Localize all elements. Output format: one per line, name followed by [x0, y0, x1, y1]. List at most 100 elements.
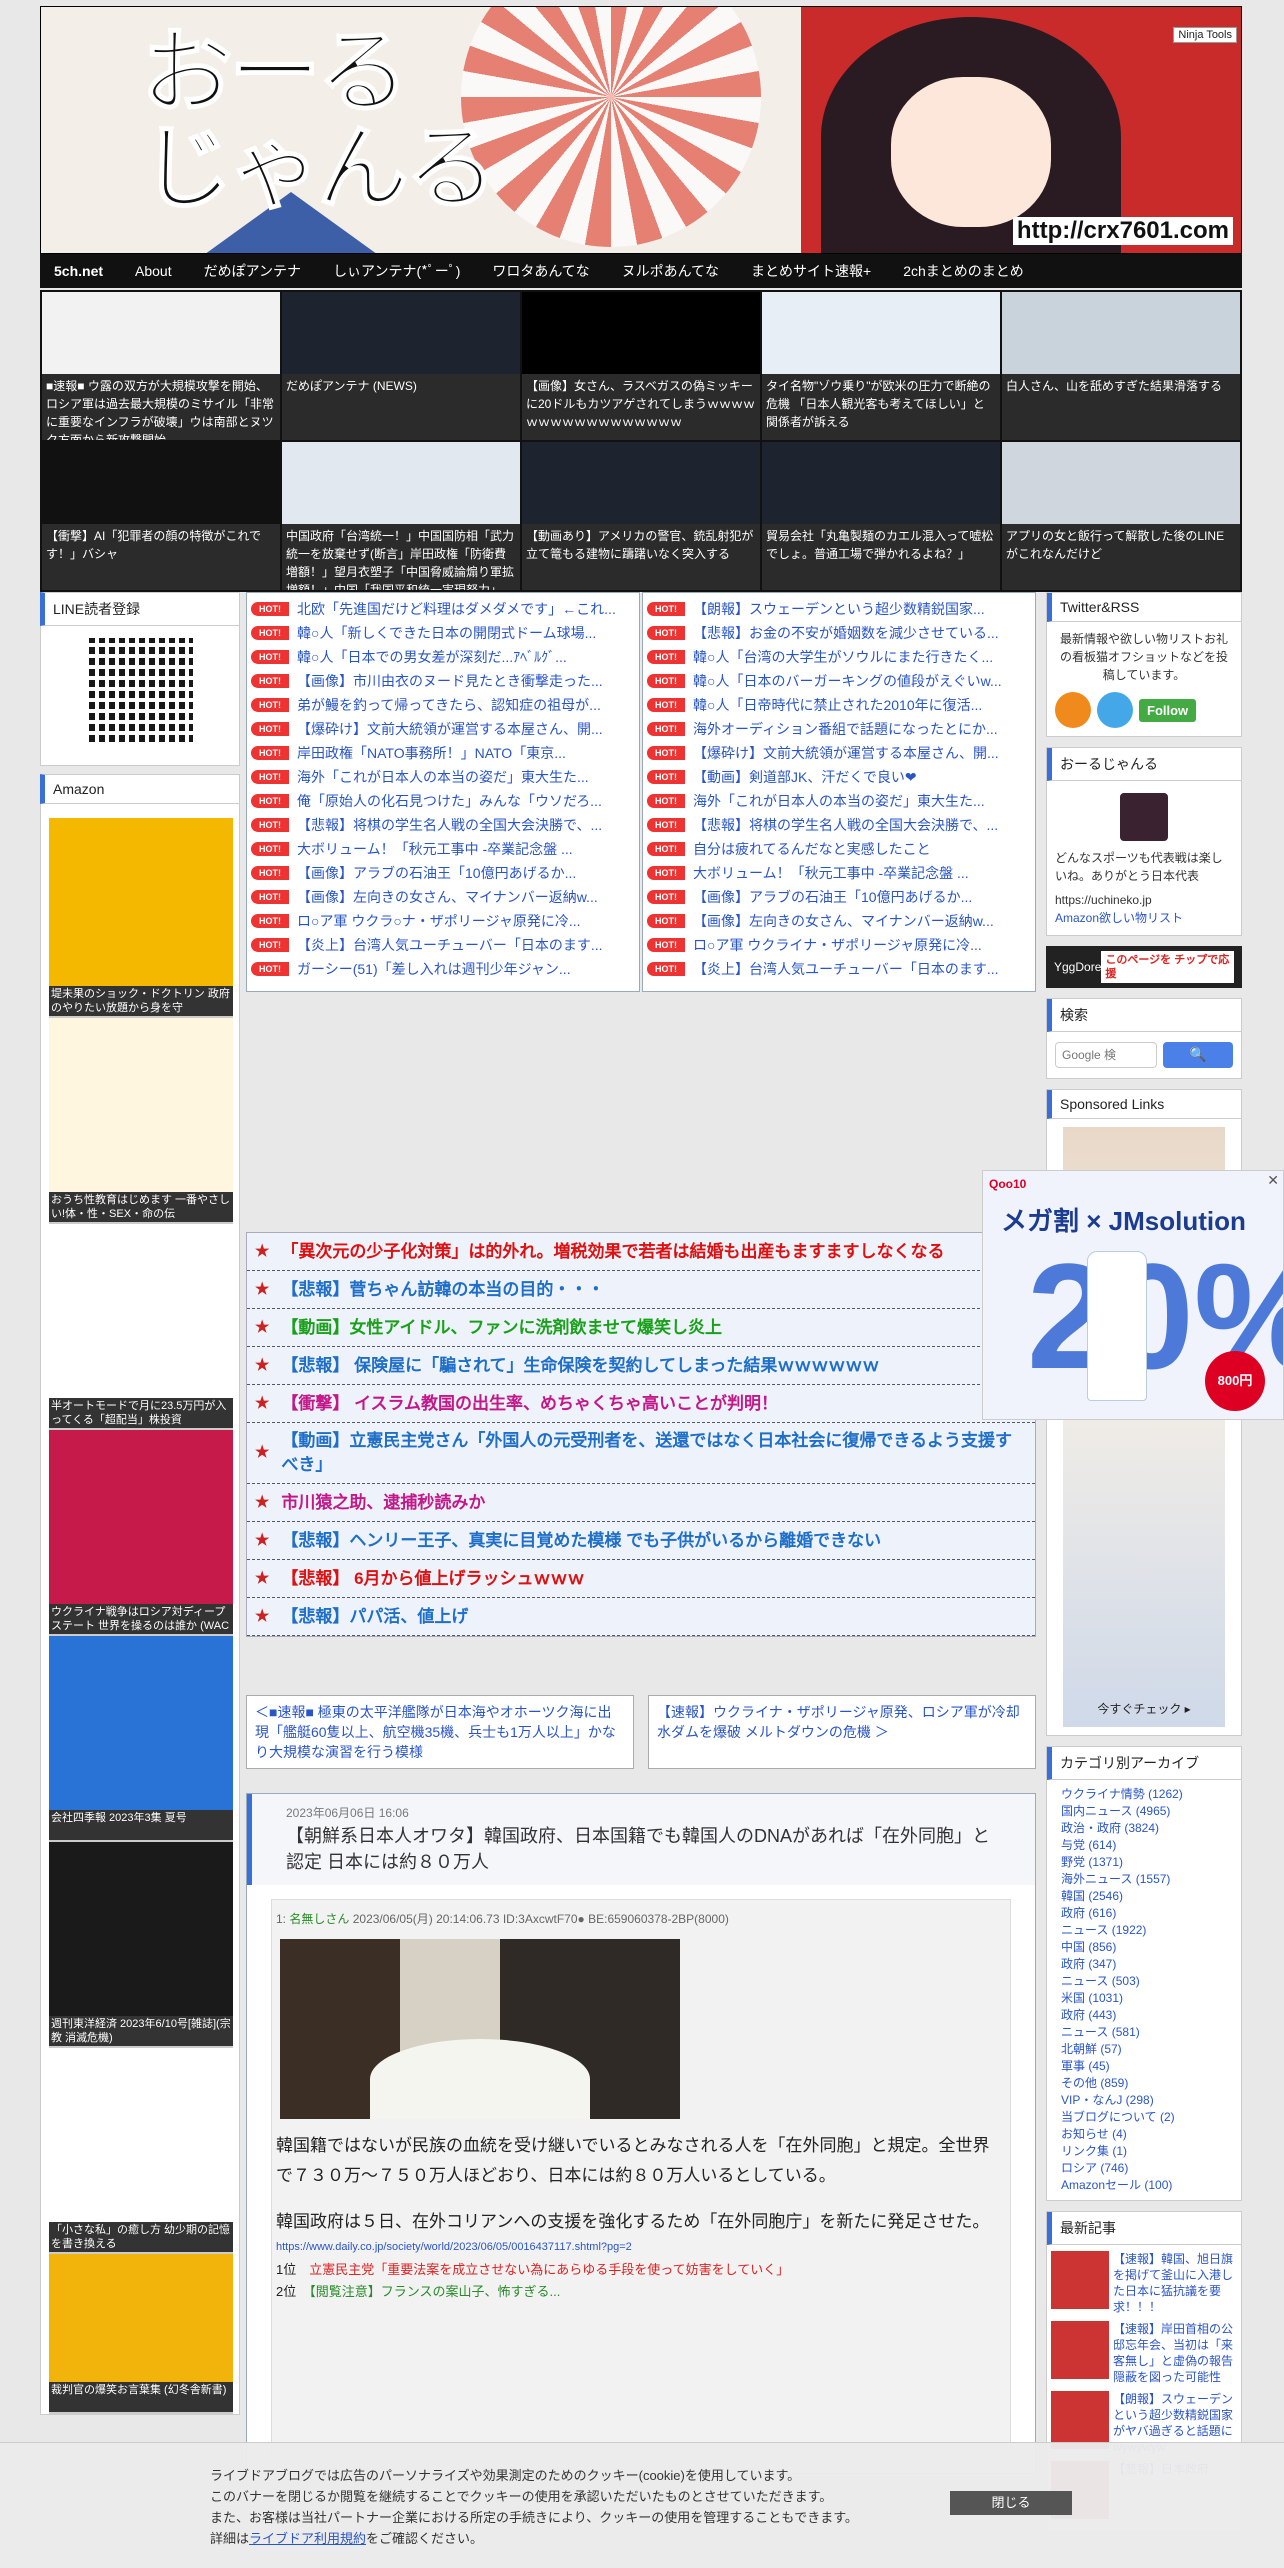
related-rank-1[interactable]: 1位 立憲民主党「重要法案を成立させない為にあらゆる手段を使って妨害をしていく」 — [276, 2259, 1006, 2281]
antenna-item[interactable]: HOT! 海外オーディション番組で話題になったとにか... — [647, 717, 1031, 741]
category-item[interactable]: 海外ニュース (1557) — [1061, 1871, 1233, 1888]
popup-ad[interactable]: Qoo10 メガ割 × JMsolution 20% 800円 ✕ — [982, 1170, 1284, 1420]
antenna-item[interactable]: HOT! 【画像】市川由衣のヌード見たとき衝撃走った... — [251, 669, 635, 693]
nav-link[interactable]: まとめサイト速報+ — [751, 261, 871, 281]
yggdore-banner[interactable]: YggDore このページを チップで応援 — [1046, 946, 1242, 988]
site-header[interactable]: おーる じゃんる Ninja Tools http://crx7601.com — [40, 6, 1242, 254]
ranking-item[interactable]: ★ 【動画】立憲民主党さん「外国人の元受刑者を、送還ではなく日本社会に復帰できるよ… — [247, 1423, 1035, 1484]
ranking-item[interactable]: ★ 【悲報】ヘンリー王子、真実に目覚めた模様 でも子供がいるから離婚できない — [247, 1522, 1035, 1560]
prev-article-link[interactable]: ＜■速報■ 極東の太平洋艦隊が日本海やオホーツク海に出現「艦艇60隻以上、航空機… — [246, 1695, 634, 1769]
antenna-item[interactable]: HOT! 大ボリューム！「秋元工事中 -卒業記念盤 ... — [251, 837, 635, 861]
grid-item[interactable]: ■速報■ ウ露の双方が大規模攻撃を開始、ロシア軍は過去最大規模のミサイル「非常に… — [42, 292, 280, 440]
amazon-book[interactable]: 裁判官の爆笑お言葉集 (幻冬舎新書) — [49, 2254, 233, 2414]
rss-icon[interactable] — [1055, 692, 1091, 728]
grid-item[interactable]: 貿易会社「丸亀製麺のカエル混入って嘘松でしょ。普通工場で弾かれるよね？」 — [762, 442, 1000, 590]
grid-item[interactable]: 白人さん、山を舐めすぎた結果滑落する — [1002, 292, 1240, 440]
antenna-item[interactable]: HOT! 【朗報】スウェーデンという超少数精鋭国家... — [647, 597, 1031, 621]
category-item[interactable]: Amazonセール (100) — [1061, 2177, 1233, 2194]
antenna-item[interactable]: HOT! ロ○ア軍 ウクラ○ナ・ザポリージャ原発に冷... — [251, 909, 635, 933]
category-item[interactable]: 中国 (856) — [1061, 1939, 1233, 1956]
close-icon[interactable]: ✕ — [1267, 1173, 1279, 1189]
category-item[interactable]: その他 (859) — [1061, 2075, 1233, 2092]
category-item[interactable]: ロシア (746) — [1061, 2160, 1233, 2177]
latest-item[interactable]: 【速報】岸田首相の公邸忘年会、当初は「来客無し」と虚偽の報告 隠蔽を図った可能性 — [1051, 2321, 1237, 2385]
nav-link[interactable]: 2chまとめのまとめ — [903, 261, 1024, 281]
nav-link[interactable]: しぃアンテナ(*ﾟーﾟ) — [333, 261, 460, 281]
antenna-item[interactable]: HOT! 【画像】アラブの石油王「10億円あげるか... — [647, 885, 1031, 909]
antenna-item[interactable]: HOT! 韓○人「日本のバーガーキングの値段がえぐいw... — [647, 669, 1031, 693]
amazon-book[interactable]: 半オートモードで月に23.5万円が入ってくる「超配当」株投資 — [49, 1224, 233, 1430]
antenna-item[interactable]: HOT! 大ボリューム！「秋元工事中 -卒業記念盤 ... — [647, 861, 1031, 885]
nav-link[interactable]: だめぽアンテナ — [204, 261, 301, 281]
category-item[interactable]: ニュース (503) — [1061, 1973, 1233, 1990]
category-item[interactable]: 韓国 (2546) — [1061, 1888, 1233, 1905]
ranking-item[interactable]: ★ 「異次元の少子化対策」は的外れ。増税効果で若者は結婚も出産もますますしなくなる — [247, 1233, 1035, 1271]
category-item[interactable]: 軍事 (45) — [1061, 2058, 1233, 2075]
antenna-item[interactable]: HOT! 韓○人「新しくできた日本の開閉式ドーム球場... — [251, 621, 635, 645]
amazon-book[interactable]: 堤未果のショック・ドクトリン 政府のやりたい放題から身を守 — [49, 818, 233, 1018]
twitter-icon[interactable] — [1097, 692, 1133, 728]
ranking-item[interactable]: ★ 【動画】女性アイドル、ファンに洗剤飲ませて爆笑し炎上 — [247, 1309, 1035, 1347]
antenna-item[interactable]: HOT! 俺「原始人の化石見つけた」みんな「ウソだろ... — [251, 789, 635, 813]
amazon-book[interactable]: おうち性教育はじめます 一番やさしい!体・性・SEX・命の伝 — [49, 1018, 233, 1224]
antenna-item[interactable]: HOT! 【画像】左向きの女さん、マイナンバー返納w... — [647, 909, 1031, 933]
search-button[interactable]: 🔍 — [1163, 1042, 1233, 1068]
grid-item[interactable]: 【衝撃】AI「犯罪者の顔の特徴がこれです！」バシャ — [42, 442, 280, 590]
grid-item[interactable]: 中国政府「台湾統一！」中国国防相「武力統一を放棄せず(断言」岸田政権「防衛費増額… — [282, 442, 520, 590]
amazon-book[interactable]: ウクライナ戦争はロシア対ディープステート 世界を操るのは誰か (WAC BUNK… — [49, 1430, 233, 1636]
antenna-item[interactable]: HOT! 韓○人「台湾の大学生がソウルにまた行きたく... — [647, 645, 1031, 669]
category-item[interactable]: ニュース (1922) — [1061, 1922, 1233, 1939]
ranking-item[interactable]: ★ 【悲報】 6月から値上げラッシュｗｗｗ — [247, 1560, 1035, 1598]
ranking-item[interactable]: ★ 【悲報】菅ちゃん訪韓の本当の目的・・・ — [247, 1271, 1035, 1309]
category-item[interactable]: 北朝鮮 (57) — [1061, 2041, 1233, 2058]
antenna-item[interactable]: HOT! 【画像】左向きの女さん、マイナンバー返納w... — [251, 885, 635, 909]
nav-link[interactable]: About — [135, 263, 172, 279]
antenna-item[interactable]: HOT! 【動画】剣道部JK、汗だくで良い❤ — [647, 765, 1031, 789]
antenna-item[interactable]: HOT! 【炎上】台湾人気ユーチューバー「日本のます... — [647, 957, 1031, 981]
amazon-book[interactable]: 「小さな私」の癒し方 幼少期の記憶を書き換える — [49, 2048, 233, 2254]
related-rank-2[interactable]: 2位 【閲覧注意】フランスの案山子、怖すぎる... — [276, 2281, 1006, 2303]
ninja-tools-badge[interactable]: Ninja Tools — [1173, 27, 1237, 43]
antenna-item[interactable]: HOT! 韓○人「日帝時代に禁止された2010年に復活... — [647, 693, 1031, 717]
category-item[interactable]: 政治・政府 (3824) — [1061, 1820, 1233, 1837]
nav-link[interactable]: ヌルポあんてな — [622, 261, 719, 281]
antenna-item[interactable]: HOT! 岸田政権「NATO事務所！」NATO「東京... — [251, 741, 635, 765]
grid-item[interactable]: だめぽアンテナ (NEWS) — [282, 292, 520, 440]
grid-item[interactable]: アプリの女と飯行って解散した後のLINEがこれなんだけど — [1002, 442, 1240, 590]
antenna-item[interactable]: HOT! 【画像】アラブの石油王「10億円あげるか... — [251, 861, 635, 885]
antenna-item[interactable]: HOT! ガーシー(51)「差し入れは週刊少年ジャン... — [251, 957, 635, 981]
antenna-item[interactable]: HOT! 【炎上】台湾人気ユーチューバー「日本のます... — [251, 933, 635, 957]
category-item[interactable]: お知らせ (4) — [1061, 2126, 1233, 2143]
category-item[interactable]: 国内ニュース (4965) — [1061, 1803, 1233, 1820]
ranking-item[interactable]: ★ 【衝撃】 イスラム教国の出生率、めちゃくちゃ高いことが判明！ — [247, 1385, 1035, 1423]
grid-item[interactable]: タイ名物"ゾウ乗り"が欧米の圧力で断絶の危機 「日本人観光客も考えてほしい」と関… — [762, 292, 1000, 440]
antenna-item[interactable]: HOT! 【悲報】将棋の学生名人戦の全国大会決勝で、... — [251, 813, 635, 837]
amazon-book[interactable]: 会社四季報 2023年3集 夏号 — [49, 1636, 233, 1842]
antenna-item[interactable]: HOT! 弟が鰻を釣って帰ってきたら、認知症の祖母が... — [251, 693, 635, 717]
antenna-item[interactable]: HOT! 【悲報】将棋の学生名人戦の全国大会決勝で、... — [647, 813, 1031, 837]
ranking-item[interactable]: ★ 【悲報】パパ活、値上げ — [247, 1598, 1035, 1636]
profile-url[interactable]: https://uchineko.jp — [1055, 891, 1233, 909]
next-article-link[interactable]: 【速報】ウクライナ・ザポリージャ原発、ロシア軍が冷却水ダムを爆破 メルトダウンの… — [648, 1695, 1036, 1769]
category-item[interactable]: 当ブログについて (2) — [1061, 2109, 1233, 2126]
category-item[interactable]: 与党 (614) — [1061, 1837, 1233, 1854]
antenna-item[interactable]: HOT! 海外「これが日本人の本当の姿だ」東大生た... — [251, 765, 635, 789]
category-item[interactable]: 野党 (1371) — [1061, 1854, 1233, 1871]
grid-item[interactable]: 【画像】女さん、ラスベガスの偽ミッキーに20ドルもカツアゲされてしまうｗｗｗｗｗ… — [522, 292, 760, 440]
category-item[interactable]: VIP・なんJ (298) — [1061, 2092, 1233, 2109]
category-item[interactable]: 政府 (616) — [1061, 1905, 1233, 1922]
antenna-item[interactable]: HOT! 【悲報】お金の不安が婚姻数を減少させている... — [647, 621, 1031, 645]
follow-button[interactable]: Follow — [1139, 698, 1197, 722]
category-item[interactable]: 政府 (347) — [1061, 1956, 1233, 1973]
antenna-item[interactable]: HOT! 【爆砕け】文前大統領が運営する本屋さん、開... — [251, 717, 635, 741]
line-qr-code[interactable] — [89, 638, 193, 742]
category-item[interactable]: ウクライナ情勢 (1262) — [1061, 1786, 1233, 1803]
category-item[interactable]: リンク集 (1) — [1061, 2143, 1233, 2160]
antenna-item[interactable]: HOT! 自分は疲れてるんだなと実感したこと — [647, 837, 1031, 861]
antenna-item[interactable]: HOT! 韓○人「日本での男女差が深刻だ...ｱﾍﾞﾙｸﾞ... — [251, 645, 635, 669]
nav-link[interactable]: ワロタあんてな — [492, 261, 589, 281]
ranking-item[interactable]: ★ 【悲報】 保険屋に「騙されて」生命保険を契約してしまった結果ｗｗｗｗｗｗ — [247, 1347, 1035, 1385]
wishlist-link[interactable]: Amazon欲しい物リスト — [1055, 909, 1233, 927]
category-item[interactable]: 政府 (443) — [1061, 2007, 1233, 2024]
amazon-book[interactable]: 週刊東洋経済 2023年6/10号[雑誌](宗教 消滅危機) — [49, 1842, 233, 2048]
